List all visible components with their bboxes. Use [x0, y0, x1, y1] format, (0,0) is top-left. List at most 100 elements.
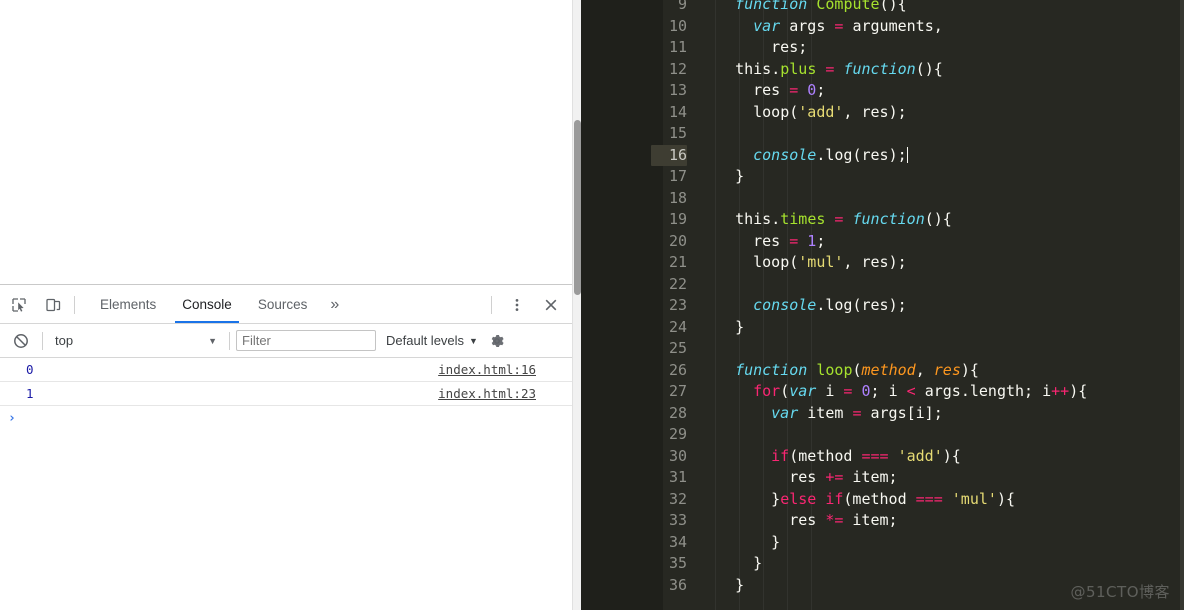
console-message-source-link[interactable]: index.html:16 — [438, 362, 536, 377]
device-toolbar-icon[interactable] — [38, 290, 68, 320]
line-number: 28 — [668, 403, 687, 422]
code-token: loop — [816, 360, 853, 379]
code-token: args[i]; — [861, 403, 943, 422]
code-line[interactable]: 25 — [581, 338, 1184, 360]
line-number: 30 — [668, 446, 687, 465]
code-line[interactable]: 13 res = 0; — [581, 80, 1184, 102]
code-token: < — [906, 382, 916, 400]
kebab-menu-icon[interactable] — [502, 290, 532, 320]
code-line[interactable]: 32}else if(method === 'mul'){ — [581, 489, 1184, 511]
console-context-selector[interactable]: top ▼ — [49, 333, 223, 348]
code-lines[interactable]: 9 function Compute(){10 var args = argumen… — [581, 0, 1184, 610]
code-editor[interactable]: 9 function Compute(){10 var args = argumen… — [581, 0, 1184, 610]
gear-icon[interactable] — [486, 330, 508, 352]
code-line[interactable]: 14 loop('add', res); — [581, 102, 1184, 124]
code-token: item; — [843, 511, 898, 529]
devtools-tabs: Elements Console Sources » — [87, 286, 349, 323]
code-line[interactable]: 19 this.times = function(){ — [581, 209, 1184, 231]
code-token: Compute — [816, 0, 880, 13]
code-line[interactable]: 11 res; — [581, 37, 1184, 59]
inspect-cursor-icon[interactable] — [4, 290, 34, 320]
close-icon[interactable] — [536, 290, 566, 320]
devtools-tabbar: Elements Console Sources » — [0, 286, 572, 324]
code-token: res — [753, 231, 790, 250]
code-token: , res); — [843, 102, 907, 121]
code-line[interactable]: 22 — [581, 274, 1184, 296]
code-line[interactable]: 27 for(var i = 0; i < args.length; i++){ — [581, 381, 1184, 403]
code-line-text: if(method === 'add'){ — [771, 446, 961, 468]
code-token: args — [780, 16, 835, 35]
line-number: 18 — [668, 188, 687, 207]
code-token: res — [789, 511, 826, 529]
clear-console-icon[interactable] — [6, 326, 36, 356]
code-token: === — [915, 489, 943, 508]
page-vertical-scrollbar[interactable] — [572, 0, 581, 610]
code-line-text: res; — [771, 37, 807, 59]
line-number: 24 — [668, 317, 687, 336]
line-number: 16 — [651, 144, 687, 166]
code-token: .log(res); — [816, 296, 907, 314]
code-line[interactable]: 33 res *= item; — [581, 510, 1184, 532]
code-token: method — [861, 360, 916, 379]
code-line[interactable]: 17} — [581, 166, 1184, 188]
scrollbar-thumb[interactable] — [574, 120, 581, 295]
code-token: } — [735, 167, 745, 185]
code-token: var — [789, 382, 817, 400]
code-line[interactable]: 28 var item = args[i]; — [581, 403, 1184, 425]
code-token: *= — [825, 511, 844, 529]
code-token: else — [780, 489, 817, 508]
line-number: 21 — [668, 253, 687, 271]
code-token: for — [753, 382, 781, 400]
code-token: plus — [780, 59, 817, 78]
line-number: 15 — [668, 124, 687, 142]
console-message-source-link[interactable]: index.html:23 — [438, 386, 536, 401]
code-line[interactable]: 15 — [581, 123, 1184, 145]
code-line[interactable]: 24} — [581, 317, 1184, 339]
code-line[interactable]: 35} — [581, 553, 1184, 575]
tab-console[interactable]: Console — [169, 286, 245, 323]
code-line[interactable]: 31 res += item; — [581, 467, 1184, 489]
line-number: 9 — [677, 0, 687, 13]
screenshot-root: Elements Console Sources » top ▼ Filter … — [0, 0, 1184, 610]
line-number: 36 — [668, 575, 687, 594]
code-line[interactable]: 9 function Compute(){ — [581, 0, 1184, 16]
code-line-text: console.log(res); — [753, 145, 908, 167]
tab-elements[interactable]: Elements — [87, 286, 169, 323]
line-number: 25 — [668, 339, 687, 357]
line-number: 34 — [668, 532, 687, 551]
code-line-text: loop('mul', res); — [753, 252, 907, 274]
code-line[interactable]: 26 function loop(method, res){ — [581, 360, 1184, 382]
code-line[interactable]: 16 console.log(res); — [581, 144, 1184, 167]
console-filter-input[interactable] — [236, 330, 376, 351]
code-token: var — [771, 403, 799, 422]
code-line-text: res = 0; — [753, 80, 825, 102]
code-line[interactable]: 12 this.plus = function(){ — [581, 59, 1184, 81]
line-number: 26 — [668, 360, 687, 379]
line-number: 19 — [668, 210, 687, 228]
code-line[interactable]: 10 var args = arguments, — [581, 16, 1184, 38]
code-line[interactable]: 34} — [581, 532, 1184, 554]
code-line[interactable]: 29 — [581, 424, 1184, 446]
console-message-row[interactable]: 0 index.html:16 — [0, 358, 572, 382]
tab-sources[interactable]: Sources — [245, 286, 321, 323]
code-line[interactable]: 30 if(method === 'add'){ — [581, 446, 1184, 468]
code-line-text: var args = arguments, — [753, 16, 943, 38]
console-input-prompt[interactable]: › — [0, 406, 572, 430]
toolbar-divider — [74, 295, 75, 314]
code-line[interactable]: 18 — [581, 188, 1184, 210]
tab-console-label: Console — [182, 297, 232, 312]
code-line-text: } — [735, 575, 744, 597]
code-line[interactable]: 20 res = 1; — [581, 231, 1184, 253]
chevron-double-right-icon: » — [330, 295, 340, 313]
code-token: (){ — [915, 59, 943, 78]
code-line[interactable]: 23 console.log(res); — [581, 295, 1184, 317]
tab-overflow-button[interactable]: » — [320, 286, 349, 323]
console-message-row[interactable]: 1 index.html:23 — [0, 382, 572, 406]
toolbar-divider-right — [491, 295, 492, 314]
line-number: 27 — [668, 382, 687, 400]
code-line[interactable]: 21 loop('mul', res); — [581, 252, 1184, 274]
console-log-levels-selector[interactable]: Default levels ▼ — [386, 333, 478, 348]
editor-vertical-scrollbar[interactable] — [1180, 0, 1184, 610]
